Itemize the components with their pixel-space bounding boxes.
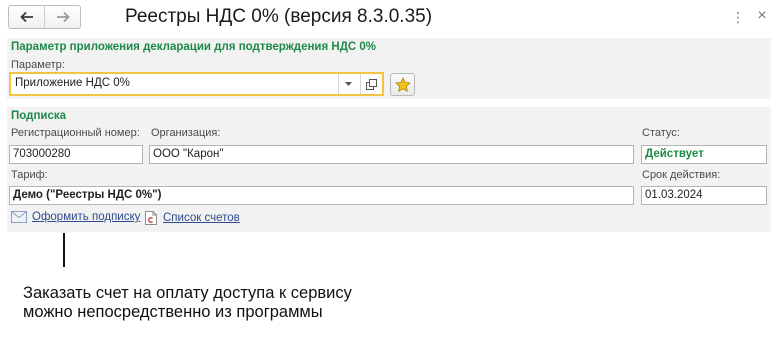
tariff-field[interactable]: Демо ("Реестры НДС 0%") [9,186,634,205]
arrow-right-icon [56,11,70,23]
param-select[interactable]: Приложение НДС 0% [9,72,384,96]
param-select-value: Приложение НДС 0% [15,77,130,89]
annotation-caption: Заказать счет на оплату доступа к сервис… [23,284,352,322]
close-icon[interactable]: × [755,8,769,24]
star-icon [394,76,411,92]
open-form-icon [366,78,377,90]
param-group-panel: Параметр приложения декларации для подтв… [7,38,771,99]
subscription-title: Подписка [11,110,67,122]
param-group-title: Параметр приложения декларации для подтв… [11,41,377,53]
annotation-line-1: Заказать счет на оплату доступа к сервис… [23,284,352,302]
param-label: Параметр: [11,59,65,71]
subscribe-link-label[interactable]: Оформить подписку [32,211,140,223]
reg-number-label: Регистрационный номер: [11,127,140,139]
organization-field[interactable]: ООО "Карон" [149,145,634,164]
invoices-link-label[interactable]: Список счетов [163,212,240,224]
arrow-left-icon [19,11,33,23]
invoice-document-icon [145,211,157,225]
window-title: Реестры НДС 0% (версия 8.3.0.35) [125,6,433,27]
status-field[interactable]: Действует [641,145,767,164]
tariff-label: Тариф: [11,169,48,181]
annotation-pointer-line [63,233,65,267]
title-bar: Реестры НДС 0% (версия 8.3.0.35) ⋮ × [0,0,778,34]
valid-until-field[interactable]: 01.03.2024 [641,186,767,205]
back-button[interactable] [9,6,44,28]
invoices-link[interactable]: Список счетов [145,211,240,225]
param-dropdown-button[interactable] [338,74,358,94]
forward-button[interactable] [44,6,80,28]
envelope-icon [11,211,27,223]
chevron-down-icon [345,82,352,86]
valid-until-label: Срок действия: [642,169,721,181]
reg-number-field[interactable]: 703000280 [9,145,143,164]
subscription-panel: Подписка Регистрационный номер: Организа… [7,107,771,232]
subscribe-link[interactable]: Оформить подписку [11,211,140,223]
param-open-button[interactable] [360,74,382,94]
organization-label: Организация: [151,127,221,139]
status-label: Статус: [642,127,680,139]
kebab-menu-icon[interactable]: ⋮ [731,9,745,25]
annotation-line-2: можно непосредственно из программы [23,303,323,321]
favorite-button[interactable] [390,73,415,96]
navigation-buttons [8,5,81,29]
